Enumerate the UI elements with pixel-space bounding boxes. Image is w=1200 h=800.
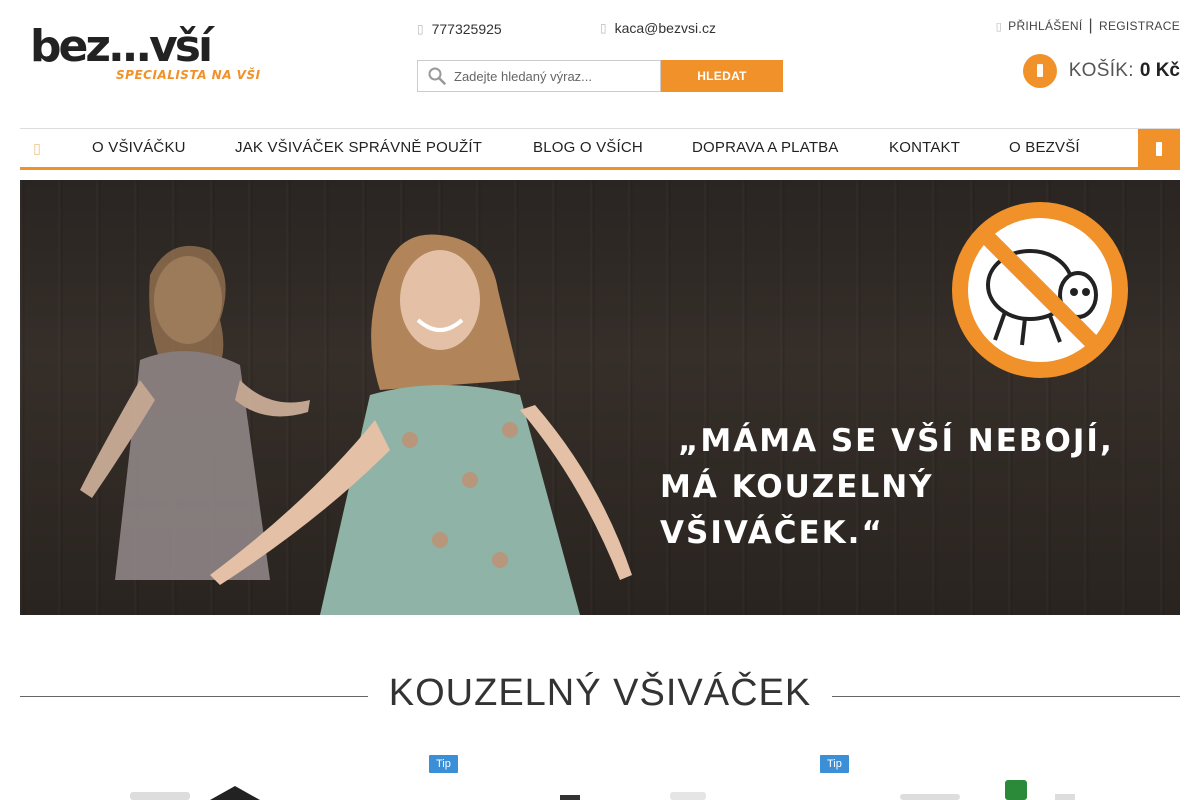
hero-quote: „MÁMA SE VŠÍ NEBOJÍ, MÁ KOUZELNÝ VŠIVÁČE… <box>660 418 1130 556</box>
email-icon: ▯ <box>600 21 607 35</box>
hero-quote-line1: „MÁMA SE VŠÍ NEBOJÍ, <box>678 423 1114 459</box>
nav-item-jak-pouzit[interactable]: JAK VŠIVÁČEK SPRÁVNĚ POUŽÍT <box>235 139 482 156</box>
hero-quote-line2: MÁ KOUZELNÝ VŠIVÁČEK.“ <box>660 469 934 551</box>
account-links: ▯ PŘIHLÁŠENÍ | REGISTRACE <box>996 17 1180 35</box>
search-icon <box>428 67 446 85</box>
home-icon[interactable]: ▯ <box>20 140 54 157</box>
main-nav: ▯ O VŠIVÁČKU JAK VŠIVÁČEK SPRÁVNĚ POUŽÍT… <box>20 128 1180 170</box>
search-button[interactable]: HLEDAT <box>661 60 783 92</box>
no-lice-icon <box>952 202 1128 378</box>
tip-badge: Tip <box>429 755 458 773</box>
tip-badge: Tip <box>820 755 849 773</box>
account-separator: | <box>1088 17 1093 34</box>
menu-icon[interactable] <box>1138 129 1180 168</box>
cart-total: 0 Kč <box>1139 60 1180 81</box>
search-form: HLEDAT <box>417 60 783 92</box>
nav-item-doprava[interactable]: DOPRAVA A PLATBA <box>692 139 839 156</box>
search-input[interactable] <box>454 68 644 84</box>
logo[interactable]: bez...vší SPECIALISTA NA VŠI <box>30 21 260 88</box>
nav-item-blog[interactable]: BLOG O VŠÍCH <box>533 139 643 156</box>
login-link[interactable]: PŘIHLÁŠENÍ <box>1008 19 1082 33</box>
nav-item-o-vsivacku[interactable]: O VŠIVÁČKU <box>92 139 186 156</box>
phone-contact[interactable]: ▯ 777325925 <box>417 21 502 37</box>
email-contact[interactable]: ▯ kaca@bezvsi.cz <box>600 20 716 36</box>
section-title: KOUZELNÝ VŠIVÁČEK <box>0 672 1200 715</box>
logo-tagline: SPECIALISTA NA VŠI <box>116 68 261 82</box>
search-field[interactable] <box>417 60 661 92</box>
user-icon: ▯ <box>995 20 1003 33</box>
cart-icon[interactable] <box>1022 54 1057 88</box>
nav-item-kontakt[interactable]: KONTAKT <box>889 139 960 156</box>
product-image[interactable] <box>460 778 760 800</box>
phone-icon: ▯ <box>417 22 424 36</box>
product-image[interactable] <box>880 778 1100 800</box>
section-heading: KOUZELNÝ VŠIVÁČEK <box>388 672 812 714</box>
product-image[interactable] <box>60 778 340 800</box>
phone-number: 777325925 <box>431 21 502 37</box>
register-link[interactable]: REGISTRACE <box>1099 19 1180 33</box>
nav-item-o-bezvsi[interactable]: O BEZVŠÍ <box>1009 139 1080 156</box>
hero-banner[interactable]: „MÁMA SE VŠÍ NEBOJÍ, MÁ KOUZELNÝ VŠIVÁČE… <box>20 180 1180 615</box>
logo-text: bez...vší <box>30 21 213 72</box>
cart-widget[interactable]: KOŠÍK: 0 Kč <box>1022 54 1180 88</box>
cart-label: KOŠÍK: <box>1068 60 1134 81</box>
email-address: kaca@bezvsi.cz <box>614 20 716 36</box>
